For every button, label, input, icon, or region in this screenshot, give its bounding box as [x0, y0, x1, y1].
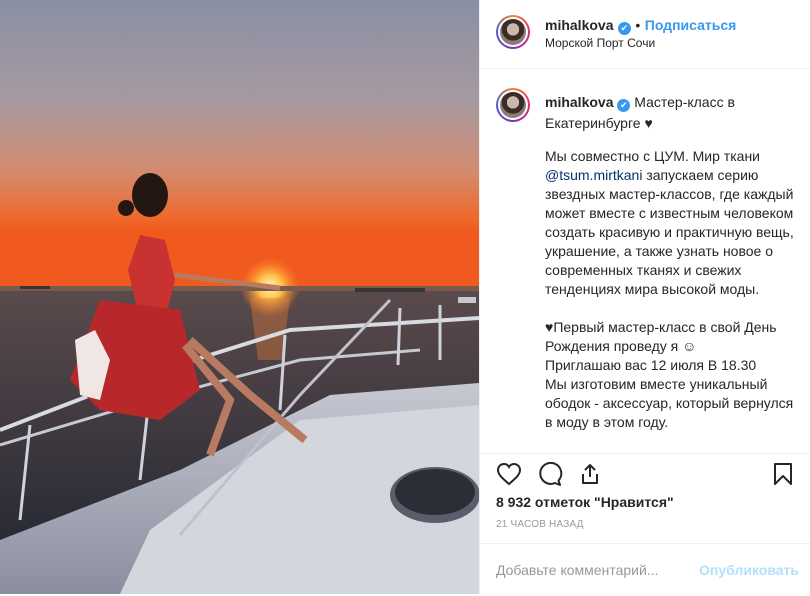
post-header: mihalkova ✔ • Подписаться Морской Порт С… [480, 0, 810, 69]
follow-button[interactable]: Подписаться [645, 17, 737, 33]
caption-text-start: Мы совместно с ЦУМ. Мир ткани [545, 148, 760, 164]
verified-badge-icon: ✔ [617, 99, 631, 112]
post-comment-button[interactable]: Опубликовать [699, 562, 799, 578]
action-icons [496, 462, 796, 486]
heart-icon[interactable] [496, 462, 522, 486]
caption-header: mihalkova ✔ Мастер-класс в Екатеринбурге… [545, 92, 795, 134]
caption-username-link[interactable]: mihalkova [545, 94, 613, 110]
actions-section: 8 932 отметок "Нравится" 21 ЧАСОВ НАЗАД … [480, 453, 810, 595]
comment-bar: Добавьте комментарий... Опубликовать [480, 543, 810, 596]
caption-avatar[interactable] [496, 88, 530, 122]
avatar[interactable] [496, 15, 530, 49]
username-link[interactable]: mihalkova [545, 17, 613, 33]
caption-body: Мы совместно с ЦУМ. Мир ткани @tsum.mirt… [545, 147, 795, 432]
share-icon[interactable] [578, 462, 602, 486]
timestamp[interactable]: 21 ЧАСОВ НАЗАД [496, 519, 584, 530]
mention-link[interactable]: @tsum.mirtkani [545, 167, 642, 183]
comment-icon[interactable] [537, 462, 563, 486]
caption-section: mihalkova ✔ Мастер-класс в Екатеринбурге… [480, 69, 810, 453]
post-photo[interactable] [0, 0, 479, 594]
likes-count[interactable]: 8 932 отметок "Нравится" [496, 494, 674, 510]
comment-input[interactable]: Добавьте комментарий... [496, 562, 658, 578]
location-link[interactable]: Морской Порт Сочи [545, 36, 655, 50]
bookmark-icon[interactable] [772, 462, 794, 486]
sunset-yacht-image [0, 0, 479, 594]
caption-text-rest: запускаем серию звездных мастер-классов,… [545, 167, 794, 430]
verified-badge-icon: ✔ [617, 22, 631, 35]
post-sidebar: mihalkova ✔ • Подписаться Морской Порт С… [479, 0, 810, 594]
separator-dot: • [635, 17, 641, 33]
